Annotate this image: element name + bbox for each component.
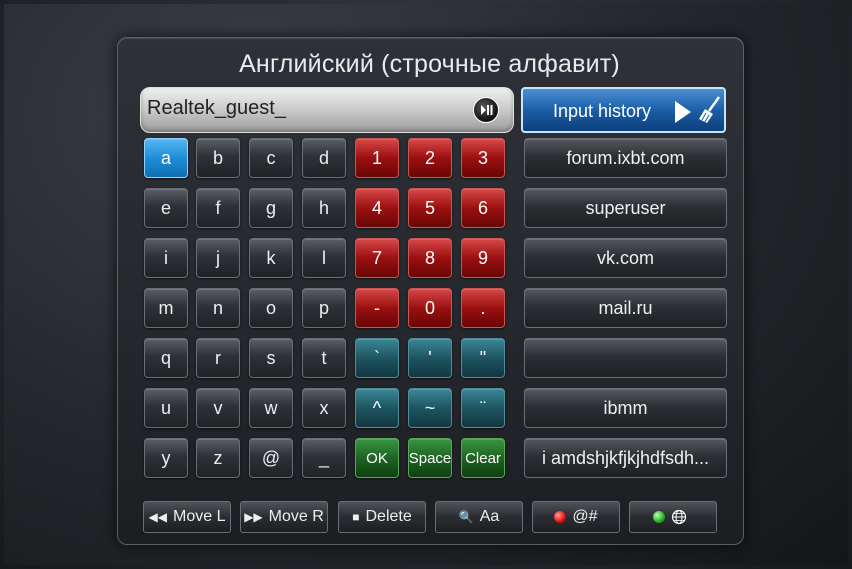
broom-icon (699, 96, 721, 123)
bottom-button-label: Delete (365, 508, 412, 525)
key-6-1[interactable]: z (196, 438, 240, 478)
key-6-4[interactable]: OK (355, 438, 399, 478)
input-value: Realtek_guest_ (147, 97, 286, 119)
key-5-3[interactable]: x (302, 388, 346, 428)
key-3-6[interactable]: . (461, 288, 505, 328)
key-3-3[interactable]: p (302, 288, 346, 328)
fast-forward-icon: ▶▶ (244, 510, 263, 524)
key-6-3[interactable]: _ (302, 438, 346, 478)
key-2-2[interactable]: k (249, 238, 293, 278)
key-0-5[interactable]: 2 (408, 138, 452, 178)
fast-forward-button[interactable]: ▶▶ Move R (240, 501, 328, 533)
red-dot-button[interactable]: @# (532, 501, 620, 533)
bottom-button-label: Move R (268, 508, 324, 525)
key-2-0[interactable]: i (144, 238, 188, 278)
key-0-3[interactable]: d (302, 138, 346, 178)
stop-button[interactable]: ■ Delete (338, 501, 426, 533)
text-input-field[interactable]: Realtek_guest_ (140, 87, 514, 133)
key-6-6[interactable]: Clear (461, 438, 505, 478)
key-6-5[interactable]: Space (408, 438, 452, 478)
key-2-1[interactable]: j (196, 238, 240, 278)
key-0-2[interactable]: c (249, 138, 293, 178)
key-4-6[interactable]: " (461, 338, 505, 378)
history-item-6[interactable]: i amdshjkfjkjhdfsdh... (524, 438, 727, 478)
key-1-1[interactable]: f (196, 188, 240, 228)
history-item-3[interactable]: mail.ru (524, 288, 727, 328)
page-title: Английский (строчные алфавит) (239, 50, 620, 78)
key-4-2[interactable]: s (249, 338, 293, 378)
key-5-6[interactable]: ¨ (461, 388, 505, 428)
green-dot-icon (653, 511, 665, 523)
bottom-button-label: Aa (479, 508, 500, 525)
key-1-5[interactable]: 5 (408, 188, 452, 228)
key-1-4[interactable]: 4 (355, 188, 399, 228)
red-dot-icon (554, 511, 567, 523)
zoom-button[interactable]: 🔍 Aa (435, 501, 523, 533)
key-3-4[interactable]: - (355, 288, 399, 328)
key-6-2[interactable]: @ (249, 438, 293, 478)
key-5-2[interactable]: w (249, 388, 293, 428)
key-0-1[interactable]: b (196, 138, 240, 178)
key-5-5[interactable]: ~ (408, 388, 452, 428)
history-item-1[interactable]: superuser (524, 188, 727, 228)
key-3-2[interactable]: o (249, 288, 293, 328)
key-1-2[interactable]: g (249, 188, 293, 228)
input-history-button[interactable]: Input history (521, 87, 726, 133)
key-4-4[interactable]: ` (355, 338, 399, 378)
green-dot-button[interactable] (629, 501, 717, 533)
key-0-4[interactable]: 1 (355, 138, 399, 178)
rewind-button[interactable]: ◀◀ Move L (143, 501, 231, 533)
history-item-0[interactable]: forum.ixbt.com (524, 138, 727, 178)
key-2-5[interactable]: 8 (408, 238, 452, 278)
key-3-1[interactable]: n (196, 288, 240, 328)
key-2-6[interactable]: 9 (461, 238, 505, 278)
rewind-icon: ◀◀ (148, 510, 167, 524)
key-6-0[interactable]: y (144, 438, 188, 478)
key-5-4[interactable]: ^ (355, 388, 399, 428)
key-4-0[interactable]: q (144, 338, 188, 378)
key-0-0[interactable]: a (144, 138, 188, 178)
key-5-1[interactable]: v (196, 388, 240, 428)
play-pause-icon[interactable] (473, 97, 499, 123)
key-5-0[interactable]: u (144, 388, 188, 428)
input-history-label: Input history (553, 101, 652, 121)
zoom-icon: 🔍 (458, 510, 474, 524)
key-4-5[interactable]: ' (408, 338, 452, 378)
bottom-button-label: @# (572, 508, 598, 525)
key-1-3[interactable]: h (302, 188, 346, 228)
key-4-3[interactable]: t (302, 338, 346, 378)
key-2-4[interactable]: 7 (355, 238, 399, 278)
stop-icon: ■ (352, 510, 360, 524)
key-3-5[interactable]: 0 (408, 288, 452, 328)
key-2-3[interactable]: l (302, 238, 346, 278)
key-4-1[interactable]: r (196, 338, 240, 378)
bottom-button-label: Move L (173, 508, 226, 525)
key-3-0[interactable]: m (144, 288, 188, 328)
globe-icon (671, 509, 687, 525)
history-item-5[interactable]: ibmm (524, 388, 727, 428)
play-arrow-icon (675, 101, 691, 123)
history-item-4[interactable] (524, 338, 727, 378)
key-1-0[interactable]: e (144, 188, 188, 228)
key-0-6[interactable]: 3 (461, 138, 505, 178)
history-item-2[interactable]: vk.com (524, 238, 727, 278)
key-1-6[interactable]: 6 (461, 188, 505, 228)
